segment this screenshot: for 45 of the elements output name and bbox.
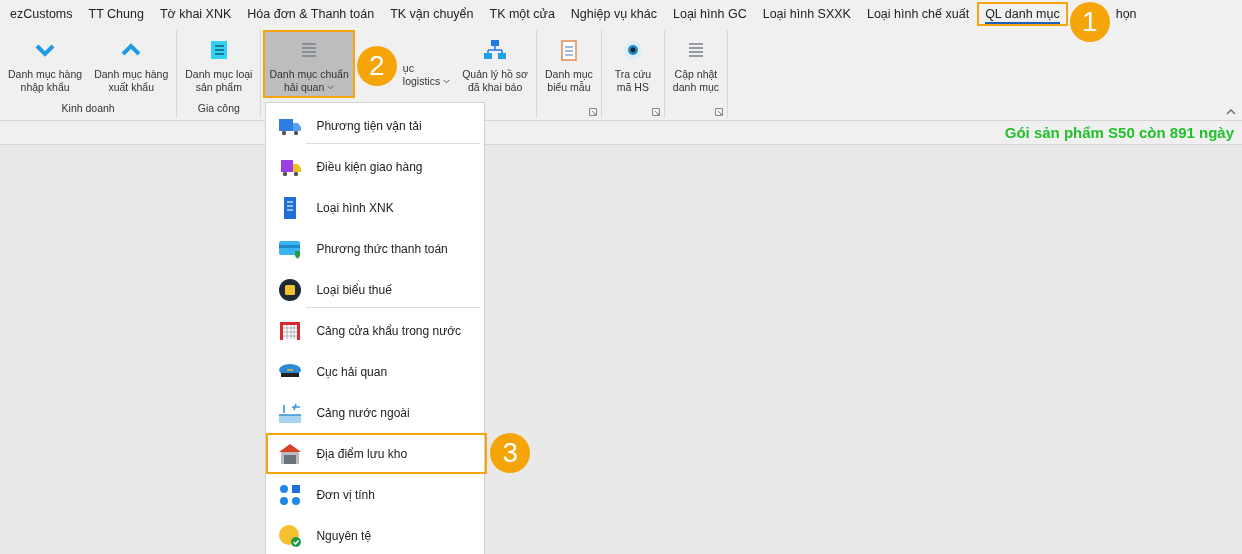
ribbon-button[interactable]: Danh mục chuẩn hải quan (263, 30, 355, 98)
ribbon-button[interactable]: Danh mục hàng xuất khẩu (88, 30, 175, 98)
group-label: Gia công (196, 102, 241, 116)
ribbon-tab[interactable]: họn (1107, 2, 1145, 26)
callout-badge: 2 (356, 46, 397, 86)
grid-icon (278, 482, 303, 507)
warehouse-icon (278, 441, 303, 466)
ribbon-tab[interactable]: QL danh mục (977, 2, 1068, 26)
ribbon-button[interactable]: Danh mục loại sản phẩm (179, 30, 259, 98)
ribbon-tab[interactable]: Loại hình chế xuất (858, 2, 978, 26)
status-text: Gói sản phẩm S50 còn 891 ngày (1004, 124, 1234, 141)
ribbon-button[interactable]: Tra cứu mã HS (603, 30, 662, 98)
ribbon-tab[interactable]: Loại hình GC (665, 2, 755, 26)
ribbon-tab[interactable]: Hóa đơn & Thanh toán (239, 2, 383, 26)
ribbon-tab[interactable]: TK một cửa (481, 2, 563, 26)
menu-item[interactable]: Nguyên tệ (266, 515, 485, 554)
menu-item[interactable]: Phương thức thanh toán (266, 228, 485, 269)
network-icon (483, 38, 508, 62)
badge-icon (278, 277, 303, 302)
menu-item[interactable]: Cục hải quan (266, 351, 485, 392)
menu-item[interactable]: Điều kiện giao hàng (266, 146, 485, 187)
ribbon-button[interactable]: Quản lý hồ sơ đã khai báo (456, 30, 534, 98)
ribbon-button[interactable]: Danh mục hàng nhập khẩu (2, 30, 89, 98)
menu-item[interactable]: Cảng nước ngoài (266, 392, 485, 433)
ribbon-tab[interactable]: Tờ khai XNK (151, 2, 240, 26)
group-label: Kinh doanh (60, 102, 116, 116)
callout-badge: 3 (490, 433, 531, 473)
ribbon-button[interactable]: Danh mục biểu mẫu (539, 30, 599, 98)
menu-item[interactable]: Địa điểm lưu kho (266, 433, 488, 474)
ribbon-tab[interactable]: TK vận chuyển (382, 2, 482, 26)
menu-item[interactable]: Loại hình XNK (266, 187, 485, 228)
launcher-icon[interactable] (588, 108, 597, 116)
ribbon-tab[interactable]: ezCustoms (2, 2, 81, 26)
ribbon-tab[interactable]: Nghiệp vụ khác (562, 2, 665, 26)
launcher-icon[interactable] (651, 108, 660, 116)
ribbon-tab[interactable]: Loại hình SXXK (754, 2, 859, 26)
callout-badge: 1 (1069, 2, 1110, 42)
menu-item[interactable]: Cảng cửa khẩu trong nước (266, 310, 485, 351)
launcher-icon[interactable] (715, 108, 723, 116)
menu-item[interactable]: Đơn vị tính (266, 474, 485, 515)
ribbon-button[interactable]: ục logistics (396, 30, 457, 92)
ribbon-button[interactable]: Cập nhật danh mục (666, 30, 725, 98)
coin-icon (278, 523, 303, 548)
ribbon-tab[interactable]: TT Chung (80, 2, 152, 26)
collapse-icon[interactable] (1226, 108, 1236, 116)
